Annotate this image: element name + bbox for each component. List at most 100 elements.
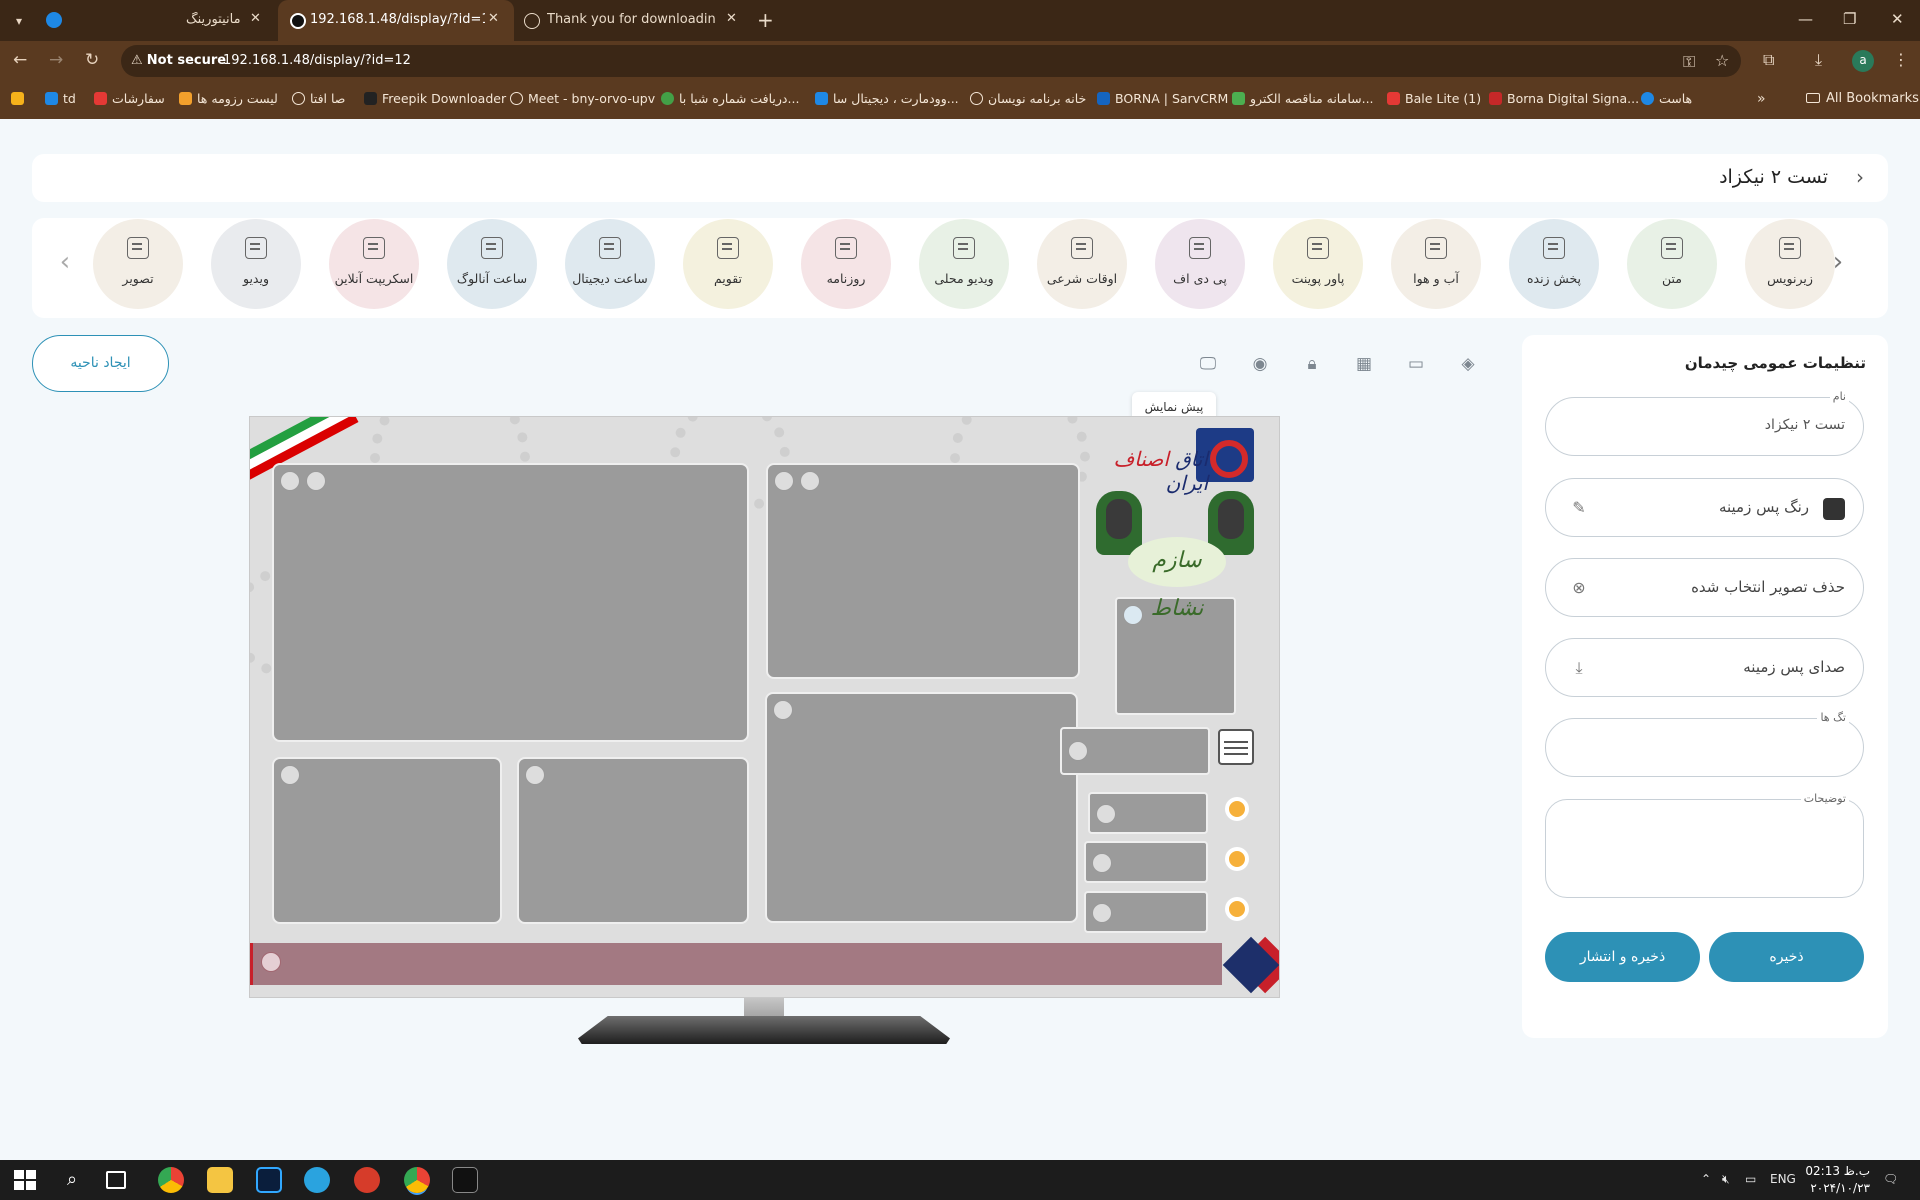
profile-avatar[interactable]: a [1852,50,1874,72]
star-icon[interactable]: ☆ [1715,51,1729,70]
bookmark-item[interactable]: هاست [1641,91,1692,109]
widget-item[interactable]: پخش زنده [1509,219,1599,309]
all-bookmarks[interactable]: All Bookmarks [1806,91,1919,106]
grid-icon[interactable]: ▦ [1351,351,1377,377]
name-field[interactable]: نام تست ۲ نیکزاد [1545,390,1864,456]
background-sound-field[interactable]: صدای پس زمینه ⤓ [1545,638,1864,697]
tab-search-icon[interactable]: ▾ [8,10,30,32]
chevron-left-icon[interactable]: ‹ [50,248,80,278]
tab-display[interactable]: 192.168.1.48/display/?id=12 ✕ [278,0,514,41]
postman-icon[interactable] [354,1167,380,1193]
minimize-icon[interactable]: — [1798,10,1813,28]
widget-item[interactable]: اسکریپت آنلاین [329,219,419,309]
prayer-time-zone[interactable] [1084,841,1208,883]
terminal-icon[interactable] [452,1167,478,1193]
prayer-time-zone[interactable] [1084,891,1208,933]
tab-download[interactable]: Thank you for downloading An ✕ [520,0,742,41]
bookmark-item[interactable]: وودمارت ، دیجیتال سا... [815,91,959,109]
background-color-field[interactable]: رنگ پس زمینه ✎ [1545,478,1864,537]
tags-field[interactable]: تگ ها [1545,711,1864,777]
bookmark-item[interactable]: Freepik Downloader [364,91,506,109]
bookmark-item[interactable]: Borna Digital Signa... [1489,91,1639,109]
language-indicator[interactable]: ENG [1770,1172,1796,1186]
network-icon[interactable]: ▭ [1745,1172,1756,1186]
widget-item[interactable]: اوقات شرعی [1037,219,1127,309]
download-icon[interactable]: ⤓ [1568,657,1590,679]
volume-muted-icon[interactable]: 🔇︎ [1722,1172,1730,1187]
more-bookmarks-icon[interactable]: » [1757,91,1766,107]
tab-monitoring[interactable]: مانیتورینگ ✕ [70,0,270,41]
pencil-icon[interactable]: ✎ [1568,497,1590,519]
widget-item[interactable]: آب و هوا [1391,219,1481,309]
address-bar[interactable]: ⚠ Not secure 192.168.1.48/display/?id=12… [121,45,1741,77]
prayer-time-zone[interactable] [1088,792,1208,834]
widget-item[interactable]: زیرنویس [1745,219,1835,309]
chevron-up-icon[interactable]: ⌃ [1701,1172,1711,1186]
bookmark-item[interactable]: سامانه مناقصه الکترو... [1232,91,1374,109]
create-area-button[interactable]: ایجاد ناحیه [32,335,169,392]
bookmark-apps[interactable] [11,91,29,109]
widget-item[interactable]: تقویم [683,219,773,309]
bookmark-item[interactable]: صا افتا [292,91,345,109]
notifications-icon[interactable]: 🗨︎ [1883,1172,1898,1186]
save-publish-button[interactable]: ذخیره و انتشار [1545,932,1700,982]
password-key-icon[interactable]: ⚿ [1683,52,1695,72]
save-button[interactable]: ذخیره [1709,932,1864,982]
video-zone[interactable] [517,757,749,924]
download-icon[interactable]: ⤓ [1815,50,1822,70]
pinned-tab[interactable] [46,12,62,28]
close-icon[interactable]: ✕ [726,11,737,26]
widget-item[interactable]: تصویر [93,219,183,309]
bookmark-item[interactable]: Meet - bny-orvo-upv [510,91,655,109]
ruler-icon[interactable]: ▭ [1403,351,1429,377]
widget-item[interactable]: ساعت دیجیتال [565,219,655,309]
bookmark-item[interactable]: خانه برنامه نویسان [970,91,1086,109]
reload-icon[interactable]: ↻ [85,50,99,70]
bookmark-item[interactable]: td [45,91,76,109]
chrome-active-icon[interactable] [404,1167,430,1193]
chrome-icon[interactable] [158,1167,184,1193]
widget-item[interactable]: پاور پوینت [1273,219,1363,309]
image-zone[interactable] [272,463,749,742]
not-secure-indicator[interactable]: ⚠ Not secure [131,53,226,68]
layers-icon[interactable]: ◈ [1455,351,1481,377]
bookmark-item[interactable]: Bale Lite (1) [1387,91,1481,109]
close-icon[interactable]: ✕ [488,11,499,26]
bookmark-item[interactable]: سفارشات [94,91,165,109]
close-circle-icon[interactable]: ⊗ [1568,577,1590,599]
bookmark-item[interactable]: دریافت شماره شبا با... [661,91,799,109]
name-value[interactable]: تست ۲ نیکزاد [1765,417,1845,433]
close-window-icon[interactable]: ✕ [1891,10,1904,28]
bookmark-item[interactable]: لیست رزومه ها [179,91,278,109]
description-field[interactable]: توضیحات [1545,792,1864,898]
monitor-icon[interactable]: 🖵 [1195,351,1221,377]
color-swatch[interactable] [1823,498,1845,520]
search-icon[interactable]: ⌕ [59,1167,85,1193]
forward-icon[interactable]: → [49,50,63,70]
extensions-icon[interactable]: ⧉ [1763,50,1774,70]
widget-item[interactable]: پی دی اف [1155,219,1245,309]
windows-start-icon[interactable] [11,1167,37,1193]
close-icon[interactable]: ✕ [250,11,261,26]
widget-item[interactable]: متن [1627,219,1717,309]
widget-item[interactable]: روزنامه [801,219,891,309]
url-text[interactable]: 192.168.1.48/display/?id=12 [223,53,411,68]
restore-icon[interactable]: ❐ [1843,10,1856,28]
ticker-zone[interactable] [250,943,1222,985]
chevron-right-icon[interactable]: › [1856,165,1864,189]
video-zone[interactable] [766,463,1080,679]
live-stream-zone[interactable] [765,692,1078,923]
back-icon[interactable]: ← [13,50,27,70]
eye-icon[interactable]: ◉ [1247,351,1273,377]
widget-item[interactable]: ویدیو محلی [919,219,1009,309]
widget-item[interactable]: ویدیو [211,219,301,309]
lock-icon[interactable]: 🔒︎ [1299,351,1325,377]
system-clock[interactable]: 02:13 ب.ظ ۲۰۲۴/۱۰/۲۳ [1800,1163,1870,1197]
menu-dots-icon[interactable]: ⋮ [1893,50,1909,69]
calendar-zone[interactable] [1060,727,1210,775]
bookmark-item[interactable]: BORNA | SarvCRM [1097,91,1228,109]
new-tab-button[interactable]: + [757,8,774,32]
newspaper-zone[interactable] [272,757,502,924]
widget-item[interactable]: ساعت آنالوگ [447,219,537,309]
remove-image-field[interactable]: حذف تصویر انتخاب شده ⊗ [1545,558,1864,617]
